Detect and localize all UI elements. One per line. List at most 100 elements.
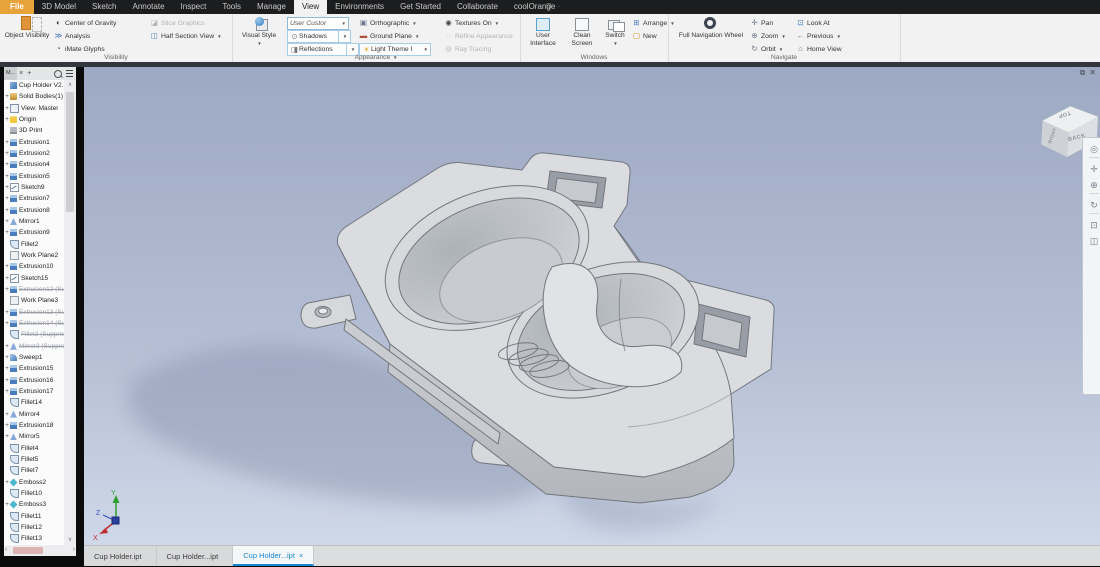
tree-item[interactable]: Fillet11	[4, 510, 64, 521]
document-tab[interactable]: Cup Holder.ipt	[84, 546, 157, 566]
tree-item[interactable]: + Sweep1	[4, 352, 64, 363]
shadows-dropdown[interactable]: ▼	[338, 30, 351, 43]
tree-item[interactable]: + Extrusion5	[4, 171, 64, 182]
tree-item[interactable]: Fillet13	[4, 533, 64, 544]
menu-tab[interactable]: Annotate	[125, 0, 173, 14]
switch-button[interactable]: Switch▼	[600, 16, 630, 47]
tree-item[interactable]: Fillet14	[4, 397, 64, 408]
center-of-gravity-button[interactable]: ◐Center of Gravity	[54, 17, 116, 29]
orthographic-button[interactable]: ▣Orthographic▼	[359, 17, 417, 29]
menu-tab[interactable]: Inspect	[173, 0, 215, 14]
previous-view-button[interactable]: ←Previous▼	[796, 30, 841, 42]
close-window-icon[interactable]: ✕	[1089, 68, 1100, 77]
panel-menu-icon[interactable]	[66, 70, 73, 77]
document-tab[interactable]: Cup Holder...ipt	[157, 546, 234, 566]
pan-button[interactable]: ✛Pan	[750, 17, 773, 29]
tree-item[interactable]: + Extrusion2	[4, 148, 64, 159]
viewport[interactable]: ⧉✕ TOP RIGHT BACK ◎ ✛ ⊕ ↻ ⊡ ◫ Y X	[84, 67, 1100, 545]
zoom-tool-icon[interactable]: ⊕	[1087, 180, 1100, 190]
zoom-button[interactable]: ⊕Zoom▼	[750, 30, 786, 42]
view-face-tool-icon[interactable]: ◫	[1087, 236, 1100, 246]
appearance-style-combo[interactable]: User Custor▼	[287, 17, 349, 30]
tree-item[interactable]: + Extrusion14 (Sup	[4, 318, 64, 329]
menu-tab[interactable]: Tools	[214, 0, 249, 14]
search-icon[interactable]	[54, 70, 62, 78]
user-interface-button[interactable]: User Interface	[523, 16, 563, 47]
tree-item[interactable]: + Extrusion7	[4, 193, 64, 204]
menu-tab[interactable]: Collaborate	[449, 0, 506, 14]
textures-on-button[interactable]: ◉Textures On▼	[444, 17, 499, 29]
vscroll-thumb[interactable]	[66, 92, 74, 212]
menu-tab[interactable]: 3D Model	[34, 0, 84, 14]
expand-toggle[interactable]: +	[4, 341, 10, 352]
tree-vertical-scrollbar[interactable]: ∧ ∨	[64, 80, 76, 545]
expand-toggle[interactable]: +	[4, 216, 10, 227]
tree-item[interactable]: Fillet3 (Suppress	[4, 329, 64, 340]
tree-item[interactable]: 3D Print	[4, 125, 64, 136]
menu-tab[interactable]: File	[0, 0, 34, 14]
menu-tab[interactable]: View	[294, 0, 327, 14]
tree-item[interactable]: + Mirror3 (Suppres	[4, 341, 64, 352]
scroll-up-icon[interactable]: ∧	[64, 80, 76, 90]
tree-item[interactable]: + Extrusion10	[4, 261, 64, 272]
document-window-controls[interactable]: ⧉✕	[1080, 68, 1100, 78]
tree-item[interactable]: + Extrusion1	[4, 137, 64, 148]
tree-item[interactable]: + Extrusion17	[4, 386, 64, 397]
clean-screen-button[interactable]: Clean Screen	[564, 16, 600, 47]
tree-item[interactable]: + Mirror4	[4, 409, 64, 420]
tree-item[interactable]: Fillet12	[4, 522, 64, 533]
close-panel-icon[interactable]: ×	[17, 70, 25, 77]
pan-tool-icon[interactable]: ✛	[1087, 164, 1100, 174]
tree-item[interactable]: Work Plane3	[4, 295, 64, 306]
menu-tab[interactable]: Get Started	[392, 0, 449, 14]
restore-window-icon[interactable]: ⧉	[1080, 68, 1090, 77]
tree-item[interactable]: Cup Holder V2.1	[4, 80, 64, 91]
visual-style-button[interactable]: Visual Style▼	[236, 16, 282, 47]
look-at-tool-icon[interactable]: ⊡	[1087, 220, 1100, 230]
expand-toggle[interactable]: +	[4, 409, 10, 420]
tree-item[interactable]: + Extrusion18	[4, 420, 64, 431]
3d-model-canvas[interactable]	[84, 67, 1100, 545]
tree-horizontal-scrollbar[interactable]: ‹ ›	[4, 545, 76, 556]
orbit-tool-icon[interactable]: ↻	[1087, 200, 1100, 210]
shadows-toggle[interactable]: ⊙Shadows	[287, 30, 341, 43]
hscroll-thumb[interactable]	[13, 547, 43, 554]
browser-panel-tab[interactable]: M...	[4, 67, 17, 80]
tree-item[interactable]: Work Plane2	[4, 250, 64, 261]
menu-tab[interactable]: Sketch	[84, 0, 124, 14]
scroll-left-icon[interactable]: ‹	[5, 545, 7, 556]
tree-item[interactable]: Fillet4	[4, 443, 64, 454]
tree-item[interactable]: + Sketch9	[4, 182, 64, 193]
expand-toggle[interactable]: +	[4, 431, 10, 442]
tree-item[interactable]: Fillet7	[4, 465, 64, 476]
tree-item[interactable]: + Extrusion13 (Sup	[4, 307, 64, 318]
document-tab[interactable]: Cup Holder...ipt ×	[233, 546, 314, 566]
close-tab-icon[interactable]: ×	[299, 551, 303, 560]
tree-item[interactable]: + View: Master	[4, 103, 64, 114]
menu-tab[interactable]: Manage	[249, 0, 294, 14]
tree-item[interactable]: + Extrusion9	[4, 227, 64, 238]
new-window-button[interactable]: ▢New	[632, 30, 657, 42]
tree-item[interactable]: + Solid Bodies(1)	[4, 91, 64, 102]
object-visibility-button[interactable]: Object Visibility	[4, 16, 50, 40]
tree-item[interactable]: Fillet5	[4, 454, 64, 465]
ground-plane-button[interactable]: ▬Ground Plane▼	[359, 30, 419, 42]
tree-item[interactable]: + Emboss3	[4, 499, 64, 510]
full-navigation-wheel-button[interactable]: Full Navigation Wheel	[678, 16, 744, 40]
tree-item[interactable]: + Extrusion16	[4, 375, 64, 386]
half-section-view-button[interactable]: ◫Half Section View▼	[150, 30, 222, 42]
navigation-wheel-icon[interactable]: ◎	[1087, 144, 1100, 154]
scroll-down-icon[interactable]: ∨	[64, 535, 76, 545]
tree-item[interactable]: + Extrusion12 (Sup	[4, 284, 64, 295]
tree-item[interactable]: + Mirror1	[4, 216, 64, 227]
analysis-button[interactable]: ≫Analysis	[54, 30, 90, 42]
tree-item[interactable]: + Extrusion8	[4, 205, 64, 216]
tree-item[interactable]: + Mirror5	[4, 431, 64, 442]
add-panel-icon[interactable]: +	[25, 70, 33, 77]
tree-item[interactable]: + Origin	[4, 114, 64, 125]
tree-item[interactable]: Fillet10	[4, 488, 64, 499]
tree-item[interactable]: + Extrusion4	[4, 159, 64, 170]
look-at-button[interactable]: ⊡Look At	[796, 17, 830, 29]
tree-item[interactable]: + Emboss2	[4, 476, 64, 487]
tree-item[interactable]: Fillet2	[4, 239, 64, 250]
